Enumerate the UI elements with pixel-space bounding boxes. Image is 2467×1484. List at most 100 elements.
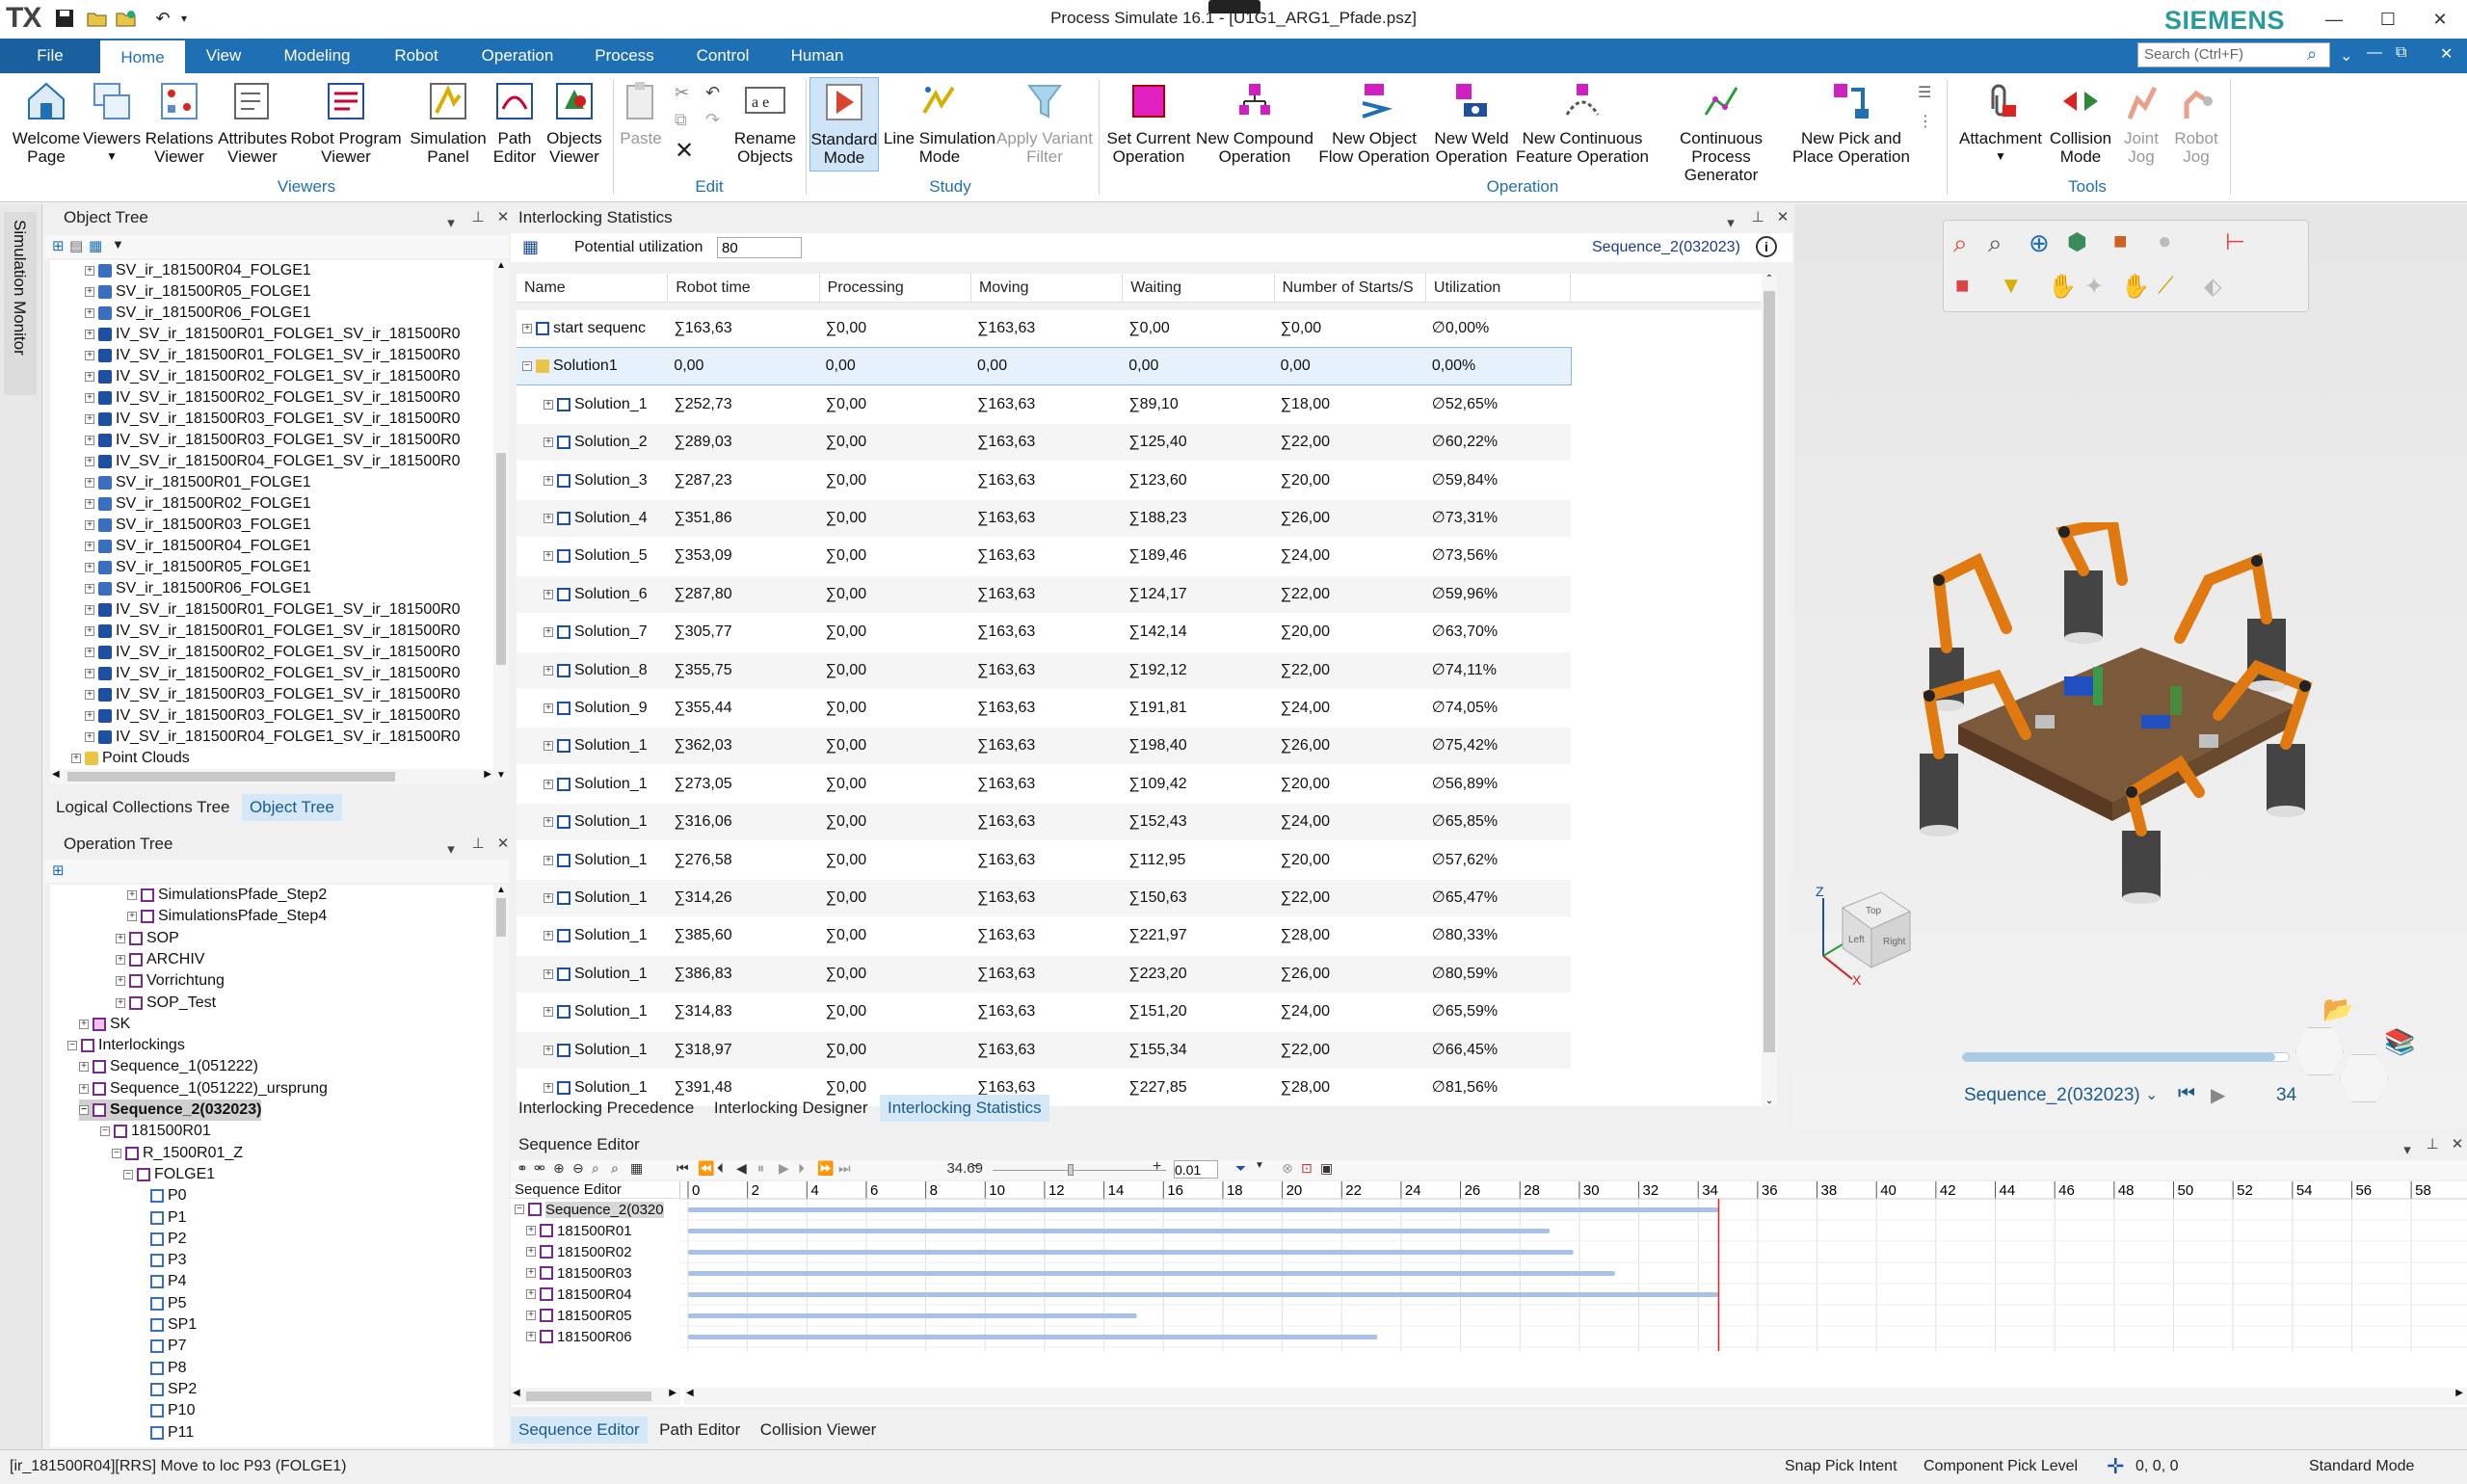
table-settings-icon[interactable]: ▦ — [522, 237, 539, 257]
gantt-row-label[interactable]: − Sequence_2(0320 — [515, 1199, 664, 1220]
op-tree-item[interactable]: + Vorrichtung — [116, 970, 225, 992]
expand-icon[interactable]: + — [526, 1268, 536, 1278]
op-tree-item[interactable]: − Sequence_2(032023) — [79, 1100, 262, 1121]
tree-item[interactable]: + Point Clouds — [71, 748, 190, 769]
expand-icon[interactable]: + — [79, 1019, 89, 1029]
op-tree-item[interactable]: +P10 — [137, 1400, 195, 1421]
new-object-flow-operation-button[interactable]: New Object Flow Operation — [1316, 77, 1432, 166]
zoom-out-icon[interactable]: ⊖ — [572, 1160, 584, 1177]
scroll-left-icon[interactable]: ◀ — [686, 1388, 694, 1398]
component-pick-level[interactable]: Component Pick Level — [1923, 1458, 2078, 1475]
tree-item[interactable]: + SV_ir_181500R05_FOLGE1 — [85, 281, 311, 303]
operation-list-icon[interactable]: ☰ — [1918, 83, 1931, 102]
pin-icon[interactable]: ⊥ — [468, 204, 488, 231]
expand-icon[interactable]: + — [526, 1226, 536, 1235]
expand-icon[interactable]: + — [85, 478, 94, 488]
gantt-icon[interactable]: ▦ — [630, 1160, 643, 1177]
new-weld-operation-button[interactable]: New Weld Operation — [1432, 77, 1511, 166]
expand-icon[interactable]: + — [85, 436, 94, 445]
step-back-icon[interactable]: ⏪ — [698, 1160, 714, 1177]
expand-icon[interactable]: + — [85, 287, 94, 297]
expand-icon[interactable]: + — [526, 1311, 536, 1320]
paste-button[interactable]: Paste — [613, 77, 669, 147]
ribbon-minimize-icon[interactable]: — — [2367, 44, 2382, 62]
tree-item[interactable]: + SV_ir_181500R06_FOLGE1 — [85, 578, 311, 599]
joint-jog-button[interactable]: Joint Jog — [2114, 77, 2168, 166]
op-tree-item[interactable]: +P8 — [137, 1358, 187, 1379]
tree-item[interactable]: + IV_SV_ir_181500R03_FOLGE1_SV_ir_181500R… — [85, 430, 461, 451]
relations-viewer-button[interactable]: Relations Viewer — [145, 77, 214, 166]
menu-robot[interactable]: Robot — [380, 39, 453, 73]
expand-icon[interactable]: + — [526, 1332, 536, 1341]
jump-to-start-icon[interactable]: ⏮ — [676, 1160, 689, 1177]
tree-item[interactable]: + SV_ir_181500R04_FOLGE1 — [85, 260, 311, 281]
table-row[interactable]: + Solution_8 ∑355,75 ∑0,00 ∑163,63 ∑192,12 ∑22… — [517, 651, 1572, 689]
table-row[interactable]: + Solution_1 ∑386,83 ∑0,00 ∑163,63 ∑223,20 ∑26… — [517, 955, 1572, 993]
scroll-up-icon[interactable]: ▲ — [493, 885, 509, 895]
graphic-viewer[interactable]: ⌕ ⌕ ⊕ ⬢ ■ ● ⊢ ■ ▼ ✋ ✦ ✋ ⟋ ⬖ Z X Top Righ… — [1794, 204, 2467, 1129]
speed-slider[interactable] — [993, 1170, 1166, 1171]
path-editor-button[interactable]: Path Editor — [488, 77, 542, 166]
pin-icon[interactable]: ⊥ — [2423, 1131, 2442, 1158]
gantt-bar[interactable] — [688, 1229, 1551, 1233]
expand-icon[interactable]: + — [544, 1083, 553, 1093]
tree-filter-icon[interactable]: ⊞ — [52, 237, 65, 254]
tree-item[interactable]: + IV_SV_ir_181500R01_FOLGE1_SV_ir_181500R… — [85, 345, 461, 366]
gantt-bar[interactable] — [688, 1250, 1574, 1255]
op-tree-item[interactable]: + SOP_Test — [116, 993, 216, 1014]
op-tree-item[interactable]: + ARCHIV — [116, 949, 204, 970]
tab-interlocking-precedence[interactable]: Interlocking Precedence — [511, 1095, 702, 1122]
expand-icon[interactable]: + — [544, 475, 553, 486]
tree-item[interactable]: + IV_SV_ir_181500R03_FOLGE1_SV_ir_181500R… — [85, 705, 461, 727]
quick-folder-icon[interactable]: 📂 — [2322, 994, 2353, 1024]
pin-icon[interactable]: ⊥ — [1748, 204, 1767, 231]
faster-icon[interactable]: + — [1153, 1158, 1161, 1176]
undo-edit-icon[interactable]: ↶ — [705, 83, 720, 103]
table-row[interactable]: + Solution_1 ∑318,97 ∑0,00 ∑163,63 ∑155,34 ∑22… — [517, 1031, 1572, 1069]
tree-options-icon[interactable]: ▤ — [69, 237, 83, 254]
expand-icon[interactable]: + — [85, 308, 94, 318]
zoom-window-icon[interactable]: ⌕ — [1988, 228, 2003, 259]
expand-icon[interactable]: + — [116, 954, 125, 965]
tree-item[interactable]: + SV_ir_181500R05_FOLGE1 — [85, 557, 311, 578]
hex-slot[interactable] — [2340, 1054, 2388, 1102]
camera-icon[interactable]: ⊡ — [1301, 1160, 1313, 1177]
scroll-right-icon[interactable]: ▶ — [484, 769, 491, 780]
op-tree-item[interactable]: − Interlockings — [67, 1035, 185, 1056]
new-compound-operation-button[interactable]: New Compound Operation — [1195, 77, 1314, 166]
gantt-hscroll[interactable]: ◀ ▶ — [684, 1388, 2467, 1405]
continuous-process-generator-button[interactable]: Continuous Process Generator — [1654, 77, 1789, 184]
sequence-dropdown-icon[interactable]: ⌄ — [2145, 1085, 2158, 1104]
table-row[interactable]: + Solution_1 ∑314,26 ∑0,00 ∑163,63 ∑150,63 ∑22… — [517, 880, 1572, 916]
collision-mode-button[interactable]: Collision Mode — [2043, 77, 2118, 166]
expand-icon[interactable]: + — [85, 584, 94, 594]
tab-collision-viewer[interactable]: Collision Viewer — [753, 1417, 885, 1444]
attachment-button[interactable]: Attachment ▼ — [1950, 77, 2051, 166]
table-row[interactable]: + Solution_9 ∑355,44 ∑0,00 ∑163,63 ∑191,81 ∑24… — [517, 690, 1571, 727]
gantt-chart[interactable]: 0 2 4 6 8 10 12 14 16 18 20 22 24 26 28 30 32 34 36 38 40 42 4… — [680, 1181, 2467, 1388]
util-input[interactable] — [717, 237, 802, 258]
play-backward-icon[interactable]: ◀ — [736, 1160, 747, 1177]
link-icon[interactable]: ⚭ — [517, 1160, 528, 1177]
expand-icon[interactable]: + — [85, 457, 94, 466]
expand-icon[interactable]: + — [544, 817, 553, 828]
jump-to-end-icon[interactable]: ⏭ — [838, 1160, 851, 1177]
maximize-button[interactable]: ☐ — [2367, 4, 2409, 35]
ribbon-close-icon[interactable]: ✕ — [2440, 44, 2453, 64]
snap-pick-intent[interactable]: Snap Pick Intent — [1785, 1458, 1897, 1475]
redo-edit-icon[interactable]: ↷ — [705, 110, 720, 130]
table-row[interactable]: + Solution_1 ∑385,60 ∑0,00 ∑163,63 ∑221,97 ∑28… — [517, 917, 1571, 954]
view-cube[interactable]: Z X Top Right Left — [1814, 879, 1920, 985]
op-tree-item[interactable]: + SOP — [116, 928, 179, 949]
tab-interlocking-statistics[interactable]: Interlocking Statistics — [880, 1095, 1049, 1122]
expand-icon[interactable]: − — [522, 361, 532, 372]
gantt-row-label[interactable]: +181500R02 — [526, 1241, 632, 1262]
hscroll-thumb[interactable] — [526, 1391, 651, 1401]
operation-tree-icon[interactable]: ⋮ — [1918, 112, 1933, 131]
tree-item[interactable]: + IV_SV_ir_181500R03_FOLGE1_SV_ir_181500R… — [85, 684, 461, 705]
menu-modeling[interactable]: Modeling — [272, 39, 362, 73]
time-step-input[interactable] — [1174, 1160, 1218, 1179]
simulation-progress[interactable] — [1962, 1052, 2290, 1062]
gantt-row-label[interactable]: +181500R06 — [526, 1326, 632, 1347]
menu-operation[interactable]: Operation — [470, 39, 565, 73]
